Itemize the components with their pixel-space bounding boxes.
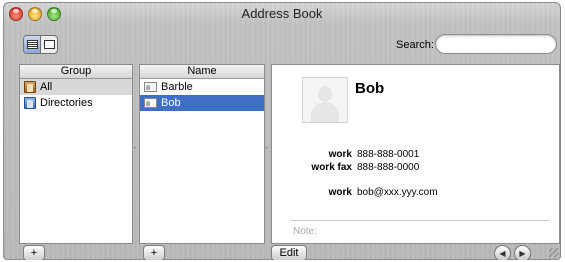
previous-card-button[interactable]: ◀ [494,245,511,260]
resize-grip[interactable] [549,248,559,258]
group-item-all[interactable]: All [20,79,132,95]
title-bar[interactable]: Address Book [3,2,561,24]
column-view-icon [26,40,38,49]
phone-label: work [328,149,352,160]
card-view-button[interactable] [41,36,57,53]
add-person-button[interactable]: + [143,245,165,260]
phone-label: work fax [311,162,352,173]
group-item-label: Directories [40,97,93,109]
phone-value: 888-888-0000 [357,162,420,173]
group-column-header[interactable]: Group [20,65,132,79]
name-item-label: Barble [161,81,193,93]
name-panel: Name Barble Bob [139,64,265,244]
contact-card-panel: Bob work 888-888-0001 work fax 888-888-0… [271,64,560,244]
group-item-label: All [40,81,53,93]
address-book-window: Address Book Search: Group All Directori… [3,2,561,260]
group-panel: Group All Directories [19,64,133,244]
column-view-button[interactable] [24,36,41,53]
search-input[interactable] [435,34,557,54]
contact-card-icon [144,98,157,108]
email-label: work [328,187,352,198]
search-label: Search: [396,39,434,51]
left-arrow-icon: ◀ [499,248,506,258]
contact-card-icon [144,82,157,92]
name-column-header[interactable]: Name [140,65,264,79]
edit-button[interactable]: Edit [271,245,307,260]
photo-placeholder-body [311,102,339,122]
phone-value: 888-888-0001 [357,149,420,160]
card-view-icon [43,40,55,49]
next-card-button[interactable]: ▶ [514,245,531,260]
group-item-directories[interactable]: Directories [20,95,132,111]
right-arrow-icon: ▶ [519,248,526,258]
name-card-splitter[interactable] [266,147,269,152]
phone-field-work-fax: work fax 888-888-0000 [272,162,419,173]
address-book-icon [24,81,36,93]
name-item-label: Bob [161,97,181,109]
photo-placeholder-head [318,86,332,102]
name-item-bob[interactable]: Bob [140,95,264,111]
contact-name: Bob [355,80,385,97]
name-item-barble[interactable]: Barble [140,79,264,95]
add-group-button[interactable]: + [23,245,45,260]
contact-photo[interactable] [302,77,348,123]
email-field-work: work bob@xxx.yyy.com [272,187,438,198]
phone-field-work: work 888-888-0001 [272,149,420,160]
view-mode-toggle[interactable] [23,35,58,54]
directory-icon [24,97,36,109]
note-field[interactable]: Note: [293,226,317,237]
window-title: Address Book [241,6,323,21]
email-value: bob@xxx.yyy.com [357,187,438,198]
note-divider [291,220,549,221]
group-name-splitter[interactable] [134,147,137,152]
